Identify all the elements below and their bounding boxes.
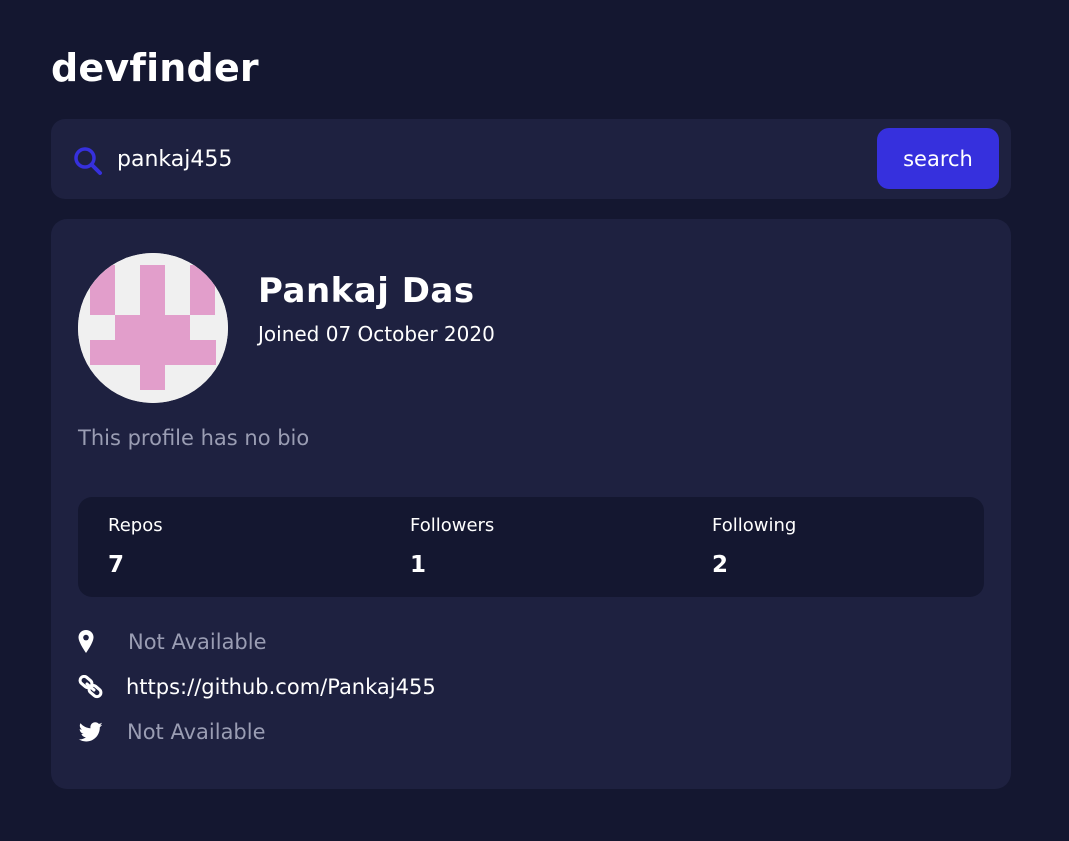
search-bar: search	[51, 119, 1011, 199]
stat-followers: Followers 1	[410, 513, 494, 579]
profile-bio: This profile has no bio	[78, 426, 310, 450]
search-icon	[73, 146, 103, 176]
stat-repos: Repos 7	[108, 513, 163, 579]
stat-repos-value: 7	[108, 552, 125, 578]
stat-following-value: 2	[712, 552, 729, 578]
avatar	[78, 253, 228, 403]
search-button[interactable]: search	[877, 128, 999, 189]
app-title: devfinder	[51, 46, 259, 90]
profile-card: Pankaj Das Joined 07 October 2020 This p…	[51, 219, 1011, 789]
stat-repos-label: Repos	[108, 515, 163, 536]
stats-panel: Repos 7 Followers 1 Following 2	[78, 497, 984, 597]
link-icon	[78, 674, 104, 699]
app-root: devfinder search Pankaj Das Joined 07 Oc…	[0, 0, 1069, 841]
profile-name: Pankaj Das	[258, 271, 475, 311]
twitter-text: Not Available	[127, 720, 266, 744]
twitter-icon	[78, 720, 104, 744]
stat-following-label: Following	[712, 515, 797, 536]
stat-followers-value: 1	[410, 552, 427, 578]
search-input[interactable]	[117, 139, 857, 179]
website-link[interactable]: https://github.com/Pankaj455	[126, 672, 436, 702]
stat-followers-label: Followers	[410, 515, 495, 536]
location-text: Not Available	[128, 630, 267, 654]
stat-following: Following 2	[712, 513, 796, 579]
location-pin-icon	[78, 630, 104, 654]
joined-date: Joined 07 October 2020	[258, 322, 495, 346]
